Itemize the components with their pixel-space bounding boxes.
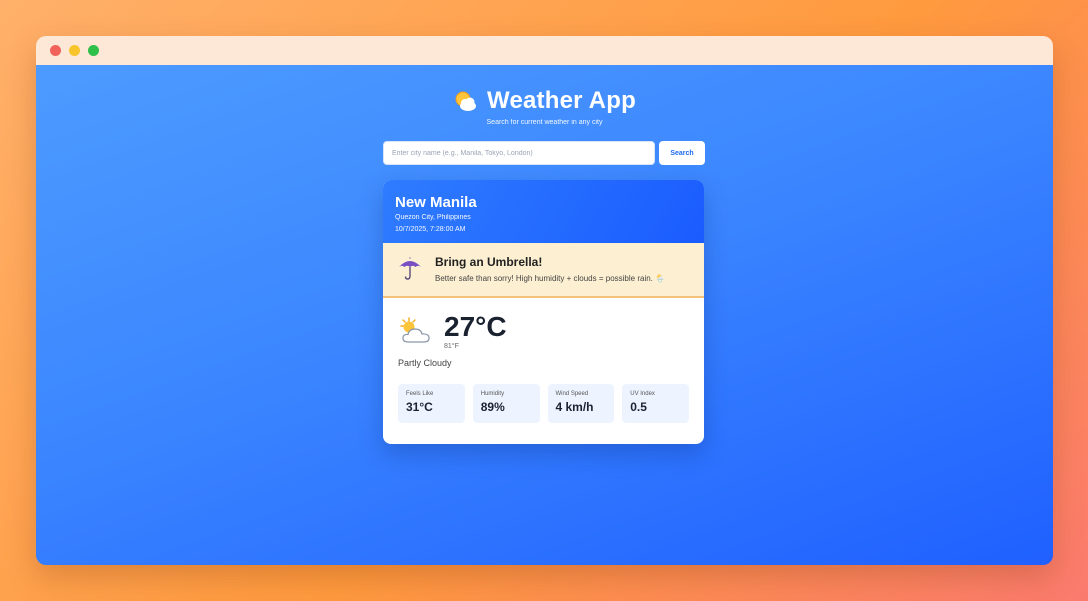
- stat-label: UV Index: [630, 391, 655, 397]
- app-subtitle: Search for current weather in any city: [486, 119, 603, 126]
- weather-advice-banner: Bring an Umbrella! Better safe than sorr…: [383, 243, 704, 298]
- stat-value: 89%: [480, 400, 505, 414]
- city-name: New Manila: [395, 194, 477, 211]
- temperature-row: 27°C 81°F: [398, 312, 689, 350]
- city-search-input[interactable]: [383, 141, 655, 165]
- current-conditions: 27°C 81°F Partly Cloudy Feels Like 31°C …: [383, 298, 704, 423]
- search-bar: Search: [383, 141, 705, 165]
- stat-uv-index: UV Index 0.5: [622, 384, 689, 423]
- temperature-celsius: 27°C: [444, 311, 507, 342]
- location-header: New Manila Quezon City, Philippines 10/7…: [383, 180, 704, 243]
- search-button[interactable]: Search: [659, 141, 705, 165]
- stat-value: 31°C: [406, 400, 433, 414]
- partly-cloudy-icon: [398, 316, 434, 346]
- browser-window: Weather App Search for current weather i…: [36, 36, 1053, 565]
- stat-wind-speed: Wind Speed 4 km/h: [547, 384, 615, 423]
- stat-value: 0.5: [630, 400, 647, 414]
- window-titlebar: [36, 36, 1053, 65]
- temperature-fahrenheit: 81°F: [444, 343, 459, 350]
- weather-card: New Manila Quezon City, Philippines 10/7…: [383, 180, 704, 444]
- stat-label: Humidity: [480, 391, 505, 397]
- region-name: Quezon City, Philippines: [395, 214, 471, 221]
- stat-value: 4 km/h: [555, 400, 594, 414]
- observation-timestamp: 10/7/2025, 7:28:00 AM: [395, 226, 466, 233]
- stat-feels-like: Feels Like 31°C: [398, 384, 465, 423]
- maximize-window-button[interactable]: [88, 45, 99, 56]
- stat-label: Wind Speed: [555, 391, 589, 397]
- stat-humidity: Humidity 89%: [472, 384, 540, 423]
- temperature-block: 27°C 81°F: [444, 311, 507, 351]
- app-title: Weather App: [487, 87, 636, 114]
- advice-text: Better safe than sorry! High humidity + …: [435, 274, 666, 283]
- stat-label: Feels Like: [406, 391, 434, 397]
- app-viewport: Weather App Search for current weather i…: [36, 65, 1053, 565]
- app-header: Weather App Search for current weather i…: [36, 87, 1053, 126]
- sun-behind-cloud-icon: [453, 89, 479, 113]
- advice-title: Bring an Umbrella!: [435, 255, 543, 269]
- umbrella-icon: [397, 255, 423, 281]
- advice-content: Bring an Umbrella! Better safe than sorr…: [435, 255, 665, 283]
- weather-stats: Feels Like 31°C Humidity 89% Wind Speed …: [398, 384, 689, 423]
- minimize-window-button[interactable]: [69, 45, 80, 56]
- title-row: Weather App: [36, 87, 1053, 115]
- weather-condition: Partly Cloudy: [398, 358, 452, 368]
- close-window-button[interactable]: [50, 45, 61, 56]
